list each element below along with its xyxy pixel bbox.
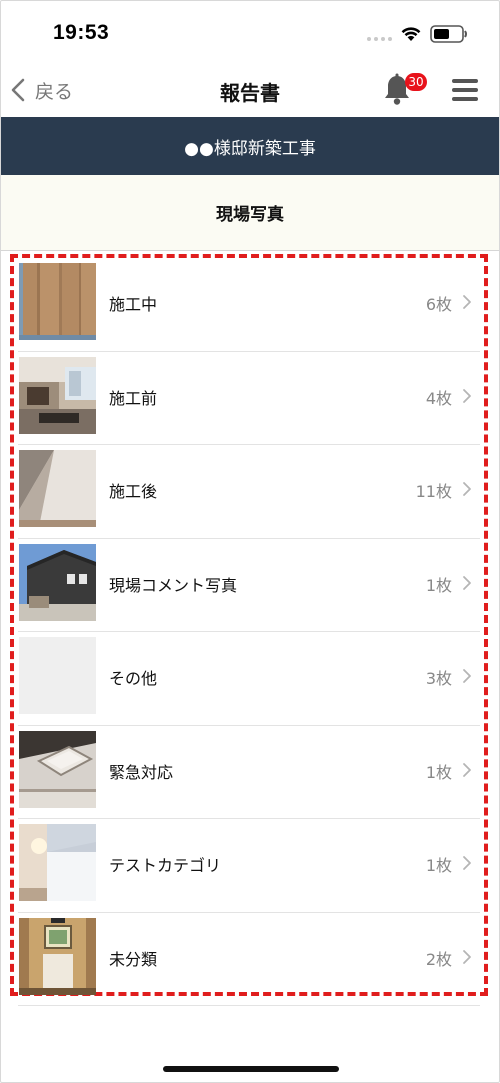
list-item[interactable]: 現場コメント写真 1枚 bbox=[18, 539, 480, 632]
category-label: テストカテゴリ bbox=[109, 856, 222, 875]
thumbnail-image bbox=[19, 730, 96, 808]
category-label: 未分類 bbox=[109, 949, 158, 969]
thumbnail-image bbox=[19, 917, 96, 995]
photo-count: 1枚 bbox=[425, 856, 452, 875]
chevron-right-icon bbox=[463, 856, 471, 870]
status-time: 19:53 bbox=[53, 21, 110, 44]
wifi-icon bbox=[401, 27, 421, 41]
back-label: 戻る bbox=[35, 80, 74, 103]
chevron-left-icon bbox=[11, 78, 25, 102]
photo-category-list: 施工中 6枚 施工前 4枚 施工後 11枚 現場コメント写真 1枚 その他 3枚… bbox=[10, 254, 488, 1006]
photo-count: 1枚 bbox=[425, 762, 452, 782]
thumbnail-image bbox=[19, 824, 96, 901]
chevron-right-icon bbox=[463, 762, 471, 777]
list-item[interactable]: 施工中 6枚 bbox=[18, 258, 480, 352]
home-indicator[interactable] bbox=[163, 1066, 339, 1072]
list-item[interactable]: 緊急対応 1枚 bbox=[18, 726, 480, 819]
chevron-right-icon bbox=[463, 669, 471, 683]
navigation-bar: 戻る 報告書 30 bbox=[1, 63, 499, 117]
photo-count: 1枚 bbox=[425, 575, 452, 595]
thumbnail-image bbox=[19, 263, 96, 340]
photo-count: 6枚 bbox=[425, 295, 452, 314]
category-label: その他 bbox=[109, 669, 158, 688]
thumbnail-image bbox=[19, 356, 96, 434]
chevron-right-icon bbox=[463, 575, 471, 590]
category-label: 施工中 bbox=[109, 295, 158, 314]
category-label: 施工前 bbox=[109, 388, 158, 408]
notification-badge: 30 bbox=[405, 73, 427, 91]
status-bar: 19:53 bbox=[1, 1, 499, 63]
category-label: 緊急対応 bbox=[109, 762, 174, 782]
chevron-right-icon bbox=[463, 482, 471, 496]
list-item[interactable]: その他 3枚 bbox=[18, 632, 480, 726]
chevron-right-icon bbox=[463, 388, 471, 403]
photo-count: 3枚 bbox=[425, 669, 452, 688]
photo-count: 11枚 bbox=[415, 482, 452, 501]
thumbnail-placeholder bbox=[19, 637, 96, 714]
category-label: 施工後 bbox=[109, 482, 158, 501]
list-item[interactable]: 未分類 2枚 bbox=[18, 913, 480, 1006]
list-item[interactable]: 施工前 4枚 bbox=[18, 352, 480, 445]
photo-count: 2枚 bbox=[425, 949, 452, 969]
thumbnail-image bbox=[19, 450, 96, 527]
hamburger-menu-icon[interactable] bbox=[452, 79, 478, 101]
list-item[interactable]: テストカテゴリ 1枚 bbox=[18, 819, 480, 913]
chevron-right-icon bbox=[463, 949, 471, 964]
back-button[interactable]: 戻る bbox=[9, 73, 73, 107]
section-title: 現場写真 bbox=[1, 175, 499, 251]
category-label: 現場コメント写真 bbox=[109, 575, 238, 595]
notifications-button[interactable]: 30 bbox=[381, 73, 427, 109]
chevron-right-icon bbox=[463, 295, 471, 309]
cellular-signal-icon bbox=[367, 37, 392, 41]
app-screen: 19:53 戻る 報告書 30 ●●様邸新築工事 現場写真 施工中 6枚 施工前… bbox=[0, 0, 500, 1083]
list-item[interactable]: 施工後 11枚 bbox=[18, 445, 480, 539]
project-title: ●●様邸新築工事 bbox=[1, 117, 499, 175]
battery-icon bbox=[430, 25, 467, 43]
thumbnail-image bbox=[19, 543, 96, 621]
photo-count: 4枚 bbox=[425, 388, 452, 408]
